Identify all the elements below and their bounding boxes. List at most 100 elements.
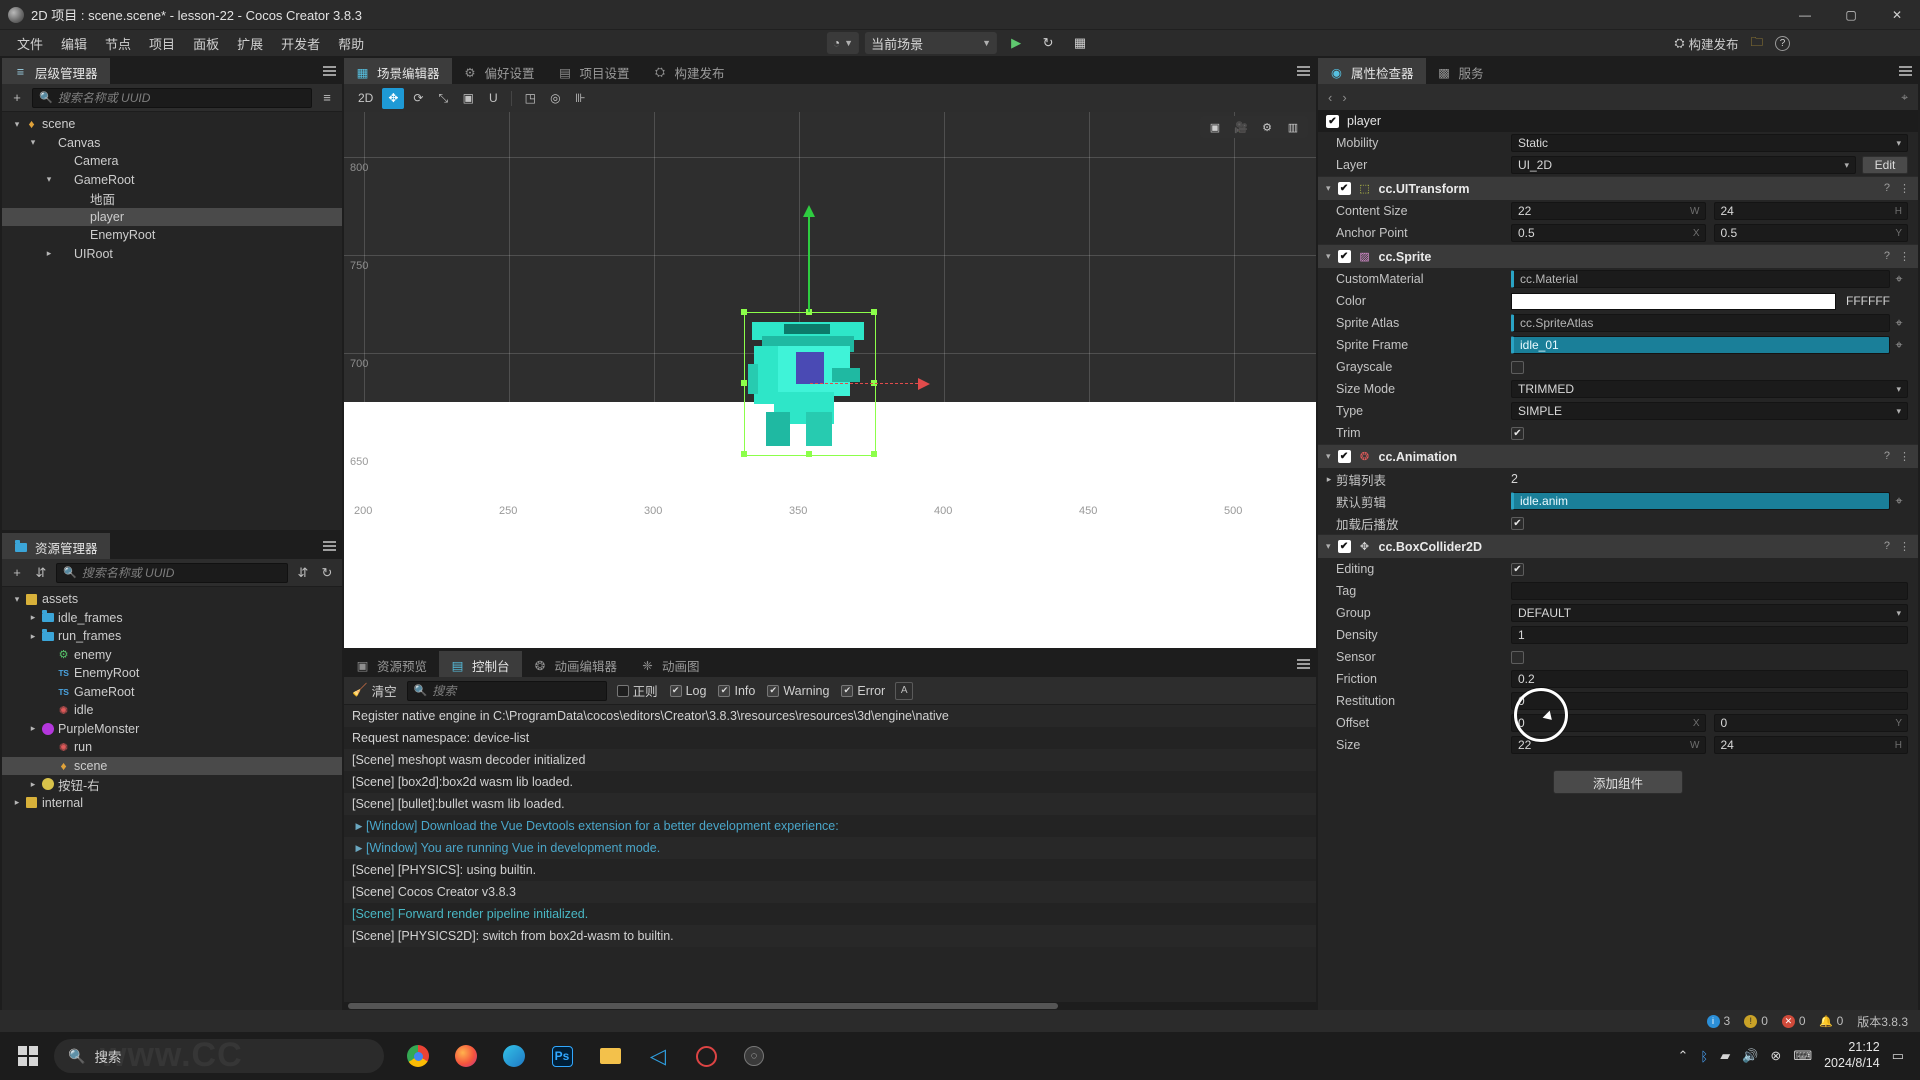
size-y-input[interactable]: 24 H	[1713, 736, 1908, 754]
tab-scene-project-icon[interactable]: ▤ 项目设置	[546, 58, 642, 84]
chevron-right-icon[interactable]: ▸	[26, 723, 40, 734]
taskbar-clock[interactable]: 21:12 2024/8/14	[1824, 1040, 1880, 1071]
chevron-down-icon[interactable]: ▾	[10, 594, 24, 605]
chevron-right-icon[interactable]: ▶	[352, 821, 366, 832]
gizmo-y-axis[interactable]	[803, 205, 815, 312]
move-tool-button[interactable]: ✥	[382, 87, 405, 109]
asset-node-item[interactable]: ▸ idle_frames	[2, 609, 342, 628]
status-warning[interactable]: ! 0	[1744, 1014, 1768, 1028]
chevron-down-icon[interactable]: ▾	[42, 174, 56, 185]
layer-select[interactable]: UI_2D ▾	[1511, 156, 1856, 174]
notification-center-icon[interactable]: ▭	[1892, 1048, 1904, 1064]
tab-inspector-inspector-icon[interactable]: ◉ 属性检查器	[1318, 58, 1426, 84]
view-mode-toggle[interactable]: 2D	[352, 88, 379, 109]
tab-console-anim-graph-icon[interactable]: ❈ 动画图	[629, 651, 712, 677]
chrome-icon[interactable]	[398, 1036, 438, 1076]
hierarchy-node-item[interactable]: ▾ GameRoot	[2, 171, 342, 190]
menu-help[interactable]: 帮助	[329, 31, 373, 56]
component-enabled-checkbox[interactable]: ✔	[1337, 250, 1351, 263]
layer-edit-button[interactable]: Edit	[1862, 156, 1908, 174]
group-select[interactable]: DEFAULT ▾	[1511, 604, 1908, 622]
anchorpoint-x-input[interactable]: 0.5 X	[1511, 224, 1706, 242]
rotate-tool-button[interactable]: ⟳	[407, 88, 429, 109]
component-header-sprite[interactable]: ▾ ✔ ▨ cc.Sprite? ⋮	[1318, 244, 1918, 268]
hierarchy-search-input[interactable]	[57, 90, 305, 105]
hierarchy-node-item[interactable]: Camera	[2, 152, 342, 171]
asset-node-item[interactable]: ▾ assets	[2, 590, 342, 609]
console-search-input[interactable]	[432, 683, 600, 698]
grayscale-checkbox[interactable]	[1511, 360, 1524, 374]
chevron-right-icon[interactable]: ▸	[26, 612, 40, 623]
bluetooth-icon[interactable]: ᛒ	[1700, 1049, 1708, 1064]
gizmo-x-axis[interactable]	[810, 378, 930, 390]
clear-console-button[interactable]: 🧹 清空	[352, 681, 397, 700]
type-select[interactable]: SIMPLE ▾	[1511, 402, 1908, 420]
console-log-row[interactable]: Request namespace: device-list	[344, 727, 1316, 749]
offset-y-input[interactable]: 0Y	[1713, 714, 1908, 732]
trim-checkbox[interactable]: ✔	[1511, 426, 1524, 440]
chevron-right-icon[interactable]: ▸	[26, 631, 40, 642]
tab-console-assets-preview-icon[interactable]: ▣ 资源预览	[344, 651, 440, 677]
chevron-right-icon[interactable]: ▸	[42, 248, 56, 259]
help-icon[interactable]: ?	[1884, 182, 1890, 195]
camera-preview-icon[interactable]: ▣	[1206, 119, 1224, 135]
menu-file[interactable]: 文件	[8, 31, 52, 56]
tab-scene-gear-icon[interactable]: ⚙ 偏好设置	[451, 58, 547, 84]
hierarchy-node-item[interactable]: 地面	[2, 189, 342, 208]
volume-icon[interactable]: 🔊	[1742, 1048, 1758, 1064]
start-button[interactable]	[6, 1036, 50, 1076]
hierarchy-node-item[interactable]: ▸ UIRoot	[2, 245, 342, 264]
menu-panel[interactable]: 面板	[184, 31, 228, 56]
chevron-down-icon[interactable]: ▾	[1326, 251, 1331, 262]
assets-search[interactable]: 🔍	[56, 562, 288, 583]
chevron-down-icon[interactable]: ▾	[10, 119, 24, 130]
unit-tool-button[interactable]: U	[482, 88, 504, 109]
effects-icon[interactable]: ▥	[1284, 119, 1302, 135]
friction-input[interactable]: 0.2	[1511, 670, 1908, 688]
editing-checkbox[interactable]: ✔	[1511, 562, 1524, 576]
pin-icon[interactable]: ⌖	[1901, 90, 1908, 105]
spriteatlas-asset-field[interactable]: cc.SpriteAtlas	[1511, 314, 1890, 332]
asset-node-item[interactable]: ▸ 按钮-右	[2, 775, 342, 794]
help-icon[interactable]: ?	[1884, 540, 1890, 553]
more-options-icon[interactable]: ⋮	[1899, 250, 1910, 263]
tab-scene-scene-editor-icon[interactable]: ▦ 场景编辑器	[344, 58, 452, 84]
hierarchy-menu-button[interactable]	[316, 58, 342, 84]
tab-console-anim-editor-icon[interactable]: ❂ 动画编辑器	[521, 651, 630, 677]
chevron-right-icon[interactable]: ▸	[1322, 474, 1336, 485]
hierarchy-node-item[interactable]: ▾ ♦ scene	[2, 115, 342, 134]
tag-input[interactable]	[1511, 582, 1908, 600]
maximize-button[interactable]: ▢	[1828, 0, 1874, 30]
console-horizontal-scrollbar[interactable]	[344, 1002, 1316, 1010]
asset-node-item[interactable]: ▸ internal	[2, 794, 342, 813]
assets-refresh-button[interactable]: ↻	[318, 564, 336, 582]
hierarchy-node-item[interactable]: EnemyRoot	[2, 226, 342, 245]
coordinate-tool-button[interactable]: ◎	[544, 88, 566, 109]
console-search[interactable]: 🔍	[406, 680, 607, 701]
gear-icon[interactable]: ⚙	[1258, 119, 1276, 135]
tab-console-console-icon[interactable]: ▤ 控制台	[439, 651, 522, 677]
size-x-input[interactable]: 22 W	[1511, 736, 1706, 754]
assets-sort-button[interactable]: ⇵	[32, 564, 50, 582]
console-log-row[interactable]: [Scene] meshopt wasm decoder initialized	[344, 749, 1316, 771]
network-icon[interactable]: ▰	[1720, 1048, 1730, 1064]
console-log-row[interactable]: [Scene] [bullet]:bullet wasm lib loaded.	[344, 793, 1316, 815]
add-component-button[interactable]: 添加组件	[1553, 770, 1683, 794]
tab-inspector-menu-button[interactable]	[1892, 58, 1918, 84]
scene-viewport[interactable]: 800 750 700 650 200 250 300 350 400 450 …	[344, 112, 1316, 648]
component-header-animation[interactable]: ▾ ✔ ❂ cc.Animation? ⋮	[1318, 444, 1918, 468]
chevron-right-icon[interactable]: ▸	[10, 797, 24, 808]
spriteframe-locate-icon[interactable]: ⌖	[1890, 338, 1908, 353]
component-enabled-checkbox[interactable]: ✔	[1337, 450, 1351, 463]
minimize-button[interactable]: —	[1782, 0, 1828, 30]
preview-device-button[interactable]: ◔ ▼	[826, 32, 860, 54]
tab-console-menu-button[interactable]	[1290, 651, 1316, 677]
field-checkbox[interactable]: ✔	[1511, 516, 1524, 530]
node-name[interactable]: player	[1347, 114, 1381, 128]
status-notification[interactable]: 🔔 0	[1819, 1014, 1843, 1028]
device-button[interactable]: ▦	[1067, 32, 1093, 54]
console-log-row[interactable]: [Scene] [PHYSICS]: using builtin.	[344, 859, 1316, 881]
console-filter-error[interactable]: ✔ Error	[841, 684, 885, 698]
console-log-row[interactable]: Register native engine in C:\ProgramData…	[344, 705, 1316, 727]
sensor-checkbox[interactable]	[1511, 650, 1524, 664]
